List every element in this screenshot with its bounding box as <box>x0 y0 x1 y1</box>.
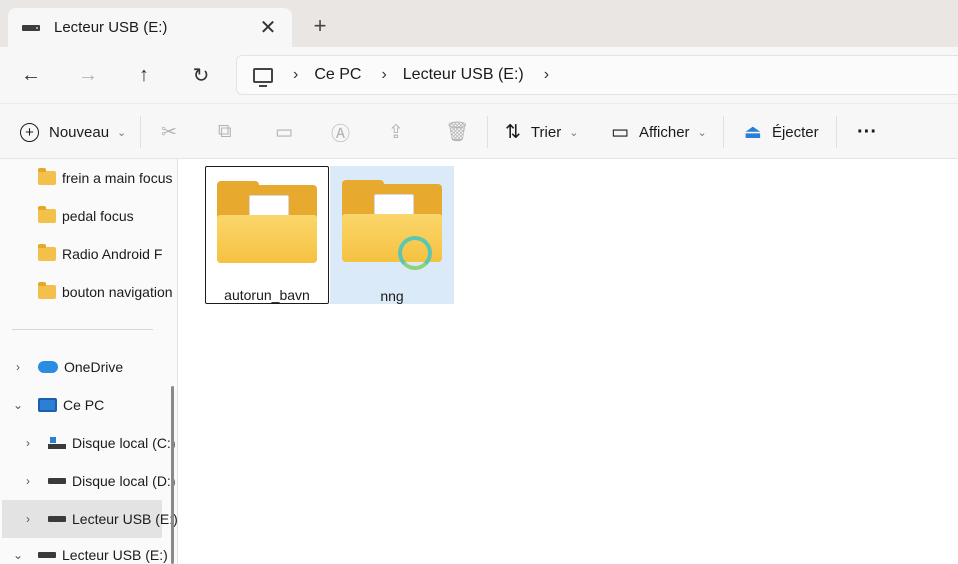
refresh-button[interactable]: ↻ <box>187 61 215 89</box>
computer-icon <box>38 398 57 412</box>
eject-label: Éjecter <box>771 123 819 141</box>
folder-icon <box>38 206 56 223</box>
tab-strip: Lecteur USB (E:) ✕ + <box>0 0 958 47</box>
sidebar-item-drive-d[interactable]: › Disque local (D:) <box>18 462 175 500</box>
usb-drive-icon <box>22 24 40 31</box>
new-tab-button[interactable]: + <box>306 12 334 40</box>
sort-arrows-icon: ⇅ <box>505 121 521 143</box>
share-button[interactable]: ⇪ <box>388 104 414 160</box>
chevron-down-icon[interactable]: ⌄ <box>8 398 28 412</box>
sort-button[interactable]: ⇅ Trier ⌄ <box>505 104 578 160</box>
sidebar-item-usb-root[interactable]: ⌄ Lecteur USB (E:) <box>8 536 168 564</box>
folder-icon <box>38 168 56 185</box>
folder-icon <box>217 181 317 263</box>
folder-icon <box>342 180 442 270</box>
sidebar-item-drive-e[interactable]: › Lecteur USB (E:) <box>2 500 177 538</box>
sidebar-item-quick-1[interactable]: frein a main focus <box>38 159 173 197</box>
chevron-right-icon[interactable]: › <box>18 436 38 450</box>
folder-item[interactable]: nng <box>330 166 454 304</box>
new-button[interactable]: + Nouveau ⌄ <box>20 104 126 160</box>
sidebar-item-drive-c[interactable]: › Disque local (C:) <box>18 424 175 462</box>
rename-button[interactable]: Ⓐ <box>331 104 360 160</box>
chevron-right-icon[interactable]: › <box>293 66 298 84</box>
paste-button[interactable]: ▭ <box>275 104 303 160</box>
eject-button[interactable]: ⏏ Éjecter <box>744 104 819 160</box>
rename-icon: Ⓐ <box>331 123 351 145</box>
sort-label: Trier <box>530 123 562 141</box>
chevron-right-icon[interactable]: › <box>18 512 38 526</box>
usb-drive-icon <box>38 552 56 558</box>
copy-icon: ⧉ <box>218 121 232 142</box>
copy-button[interactable]: ⧉ <box>218 104 242 160</box>
chevron-down-icon: ⌄ <box>697 126 707 139</box>
folder-icon <box>38 282 56 299</box>
divider <box>836 116 837 148</box>
sidebar-item-quick-4[interactable]: bouton navigation <box>38 273 173 311</box>
sidebar-item-label: Lecteur USB (E:) <box>72 511 178 527</box>
sidebar-item-label: Lecteur USB (E:) <box>62 547 168 563</box>
chevron-right-icon[interactable]: › <box>8 360 28 374</box>
this-pc-icon[interactable] <box>253 67 273 87</box>
plus-circle-icon: + <box>20 122 39 142</box>
more-options-button[interactable]: ··· <box>857 104 877 160</box>
trash-icon: 🗑 <box>445 122 470 143</box>
chevron-down-icon: ⌄ <box>117 126 127 139</box>
sidebar-item-label: frein a main focus <box>62 170 173 186</box>
sidebar-item-quick-3[interactable]: Radio Android F <box>38 235 162 273</box>
sidebar-item-label: Ce PC <box>63 397 105 413</box>
up-button[interactable]: ↑ <box>130 61 158 89</box>
tab-title: Lecteur USB (E:) <box>54 19 168 36</box>
sidebar-item-label: OneDrive <box>64 359 124 375</box>
chevron-down-icon: ⌄ <box>569 126 579 139</box>
sync-status-icon <box>398 236 432 270</box>
sidebar-item-label: Radio Android F <box>62 246 163 262</box>
breadcrumb-this-pc[interactable]: Ce PC <box>314 66 361 84</box>
folder-item[interactable]: autorun_bavn <box>205 166 329 304</box>
breadcrumb-usb-drive[interactable]: Lecteur USB (E:) <box>403 66 524 84</box>
navigation-pane: frein a main focus pedal focus Radio And… <box>0 159 178 564</box>
eject-icon: ⏏ <box>744 121 762 143</box>
back-button[interactable]: ← <box>17 61 45 89</box>
chevron-down-icon[interactable]: ⌄ <box>8 548 28 562</box>
chevron-right-icon[interactable]: › <box>381 66 386 84</box>
cut-button[interactable]: ✂ <box>161 104 187 160</box>
divider <box>723 116 724 148</box>
tab-usb-drive[interactable]: Lecteur USB (E:) ✕ <box>8 8 292 47</box>
folder-icon <box>38 244 56 261</box>
clipboard-icon: ▭ <box>275 121 293 143</box>
sidebar-item-label: pedal focus <box>62 208 134 224</box>
share-icon: ⇪ <box>388 121 404 143</box>
sidebar-item-quick-2[interactable]: pedal focus <box>38 197 134 235</box>
sidebar-divider <box>12 329 153 330</box>
sidebar-scrollbar[interactable] <box>171 386 174 564</box>
command-bar: + Nouveau ⌄ ✂ ⧉ ▭ Ⓐ ⇪ 🗑 ⇅ Trier ⌄ ▭ Affi… <box>0 103 958 159</box>
system-drive-icon <box>48 437 66 449</box>
usb-drive-icon <box>48 516 66 522</box>
file-list[interactable]: autorun_bavn nng <box>178 159 958 564</box>
address-bar[interactable]: › Ce PC › Lecteur USB (E:) › <box>236 55 958 95</box>
sidebar-item-onedrive[interactable]: › OneDrive <box>8 348 123 386</box>
new-label: Nouveau <box>49 123 110 141</box>
navigation-bar: ← → ↑ ↻ › Ce PC › Lecteur USB (E:) › <box>0 47 958 103</box>
folder-name: nng <box>380 288 404 304</box>
sidebar-item-label: Disque local (D:) <box>72 473 176 489</box>
forward-button[interactable]: → <box>74 61 102 89</box>
drive-icon <box>48 478 66 484</box>
sidebar-item-label: Disque local (C:) <box>72 435 176 451</box>
scissors-icon: ✂ <box>161 121 177 143</box>
close-tab-button[interactable]: ✕ <box>254 14 282 42</box>
divider <box>487 116 488 148</box>
view-button[interactable]: ▭ Afficher ⌄ <box>611 104 707 160</box>
divider <box>140 116 141 148</box>
chevron-right-icon[interactable]: › <box>18 474 38 488</box>
sidebar-item-this-pc[interactable]: ⌄ Ce PC <box>8 386 104 424</box>
cloud-icon <box>38 361 58 373</box>
folder-name: autorun_bavn <box>224 287 310 303</box>
view-icon: ▭ <box>611 121 629 143</box>
sidebar-item-label: bouton navigation <box>62 284 173 300</box>
chevron-right-icon[interactable]: › <box>544 66 549 84</box>
delete-button[interactable]: 🗑 <box>445 104 479 160</box>
view-label: Afficher <box>638 123 690 141</box>
